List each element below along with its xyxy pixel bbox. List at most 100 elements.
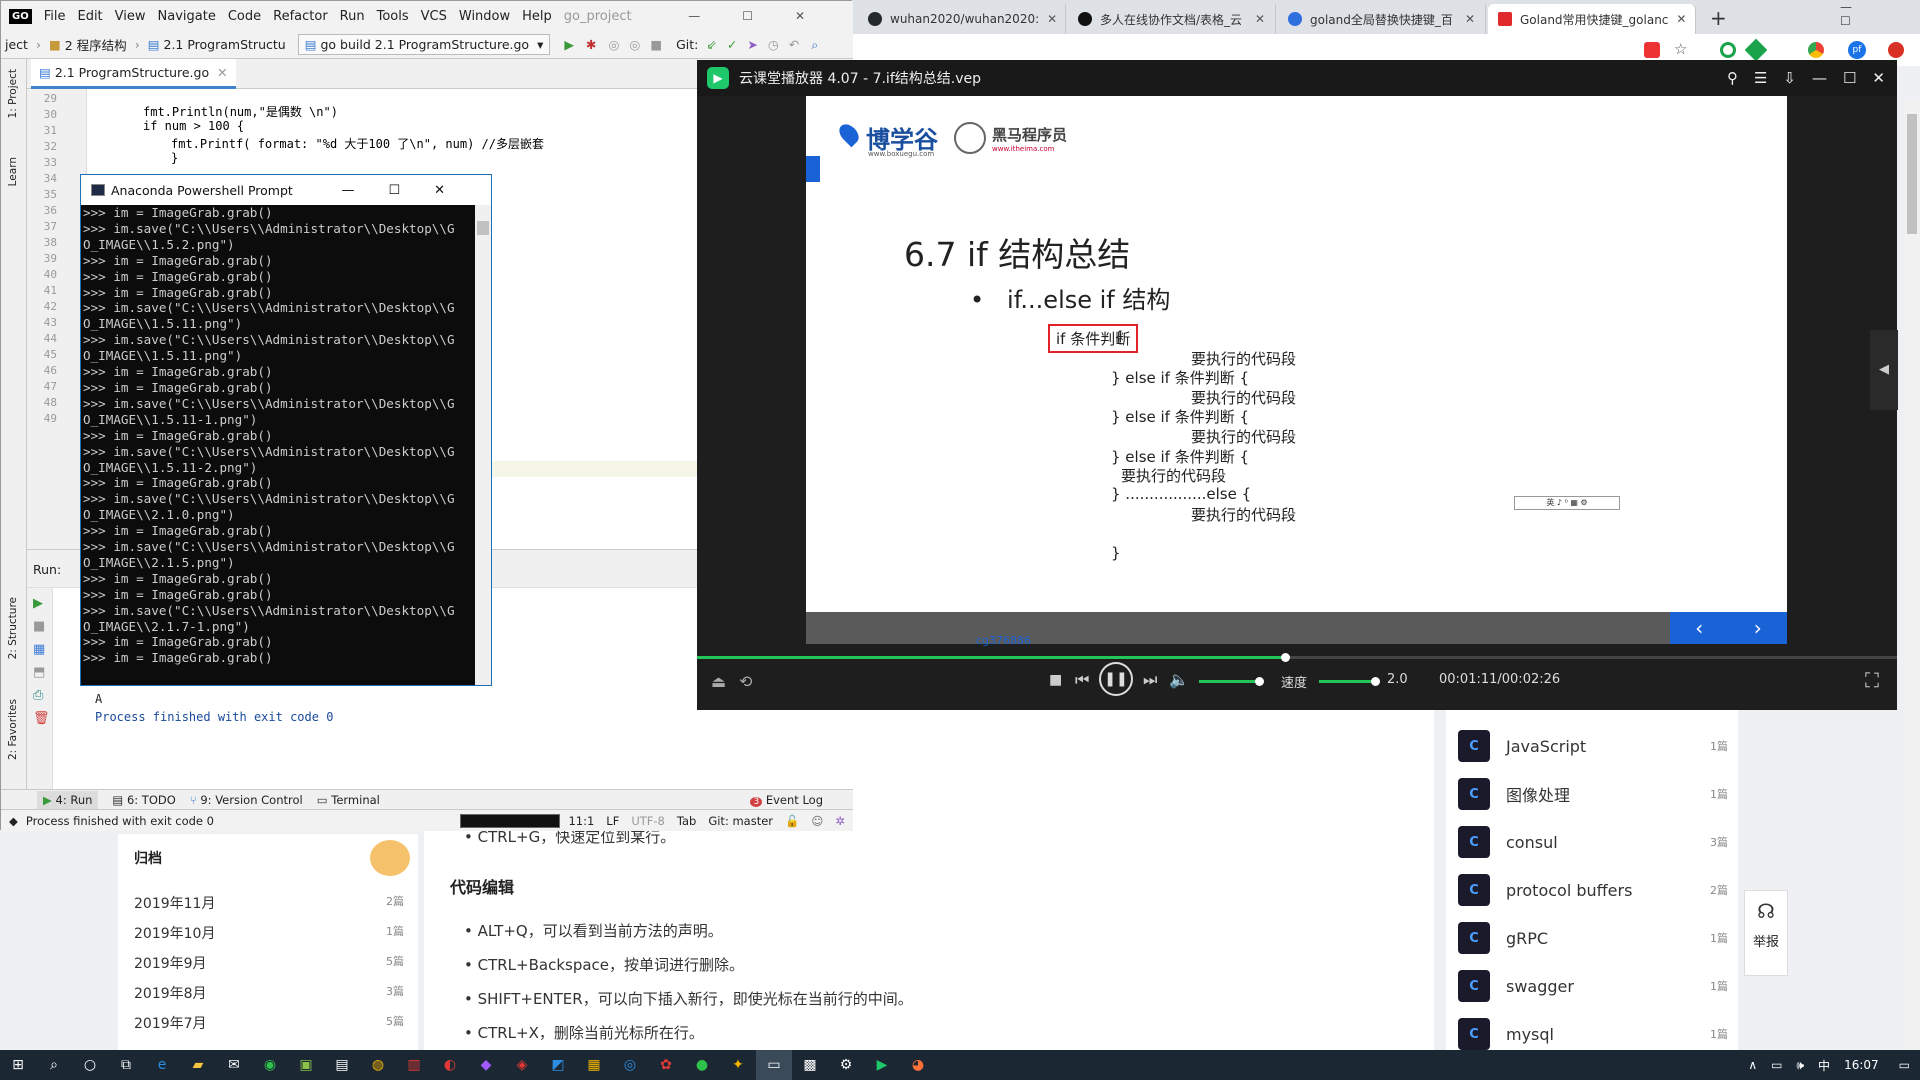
start-icon[interactable]: ⊞ [0,1050,36,1080]
category-item[interactable]: C JavaScript 1篇 [1458,724,1728,768]
debug-icon[interactable]: ✱ [586,37,596,52]
slide-nav[interactable]: ‹ › [1670,612,1787,644]
category-item[interactable]: Cconsul 3篇 [1458,820,1728,864]
inspector-icon[interactable]: ☺ [811,814,823,828]
archive-item[interactable]: 2019年11月 2篇 [134,893,404,913]
extension-icon[interactable] [1720,42,1736,58]
minimize-icon[interactable]: — [1812,69,1827,87]
cortana-icon[interactable]: ○ [72,1050,108,1080]
menu-vcs[interactable]: VCS [421,9,447,24]
download-icon[interactable]: ⇩ [1783,69,1796,87]
close-icon[interactable]: ✕ [1039,12,1057,26]
menu-run[interactable]: Run [340,9,365,24]
menu-code[interactable]: Code [228,9,261,24]
layout-icon[interactable]: ▦ [33,642,52,657]
terminal-icon[interactable]: ▭ [756,1050,792,1080]
revert-icon[interactable]: ↶ [789,37,799,52]
settings-icon[interactable]: ⚙ [828,1050,864,1080]
theme-indicator[interactable] [460,813,561,828]
side-tab-structure[interactable]: 2: Structure [7,597,19,659]
scrollbar-thumb[interactable] [1907,114,1917,234]
app-icon[interactable]: ✦ [720,1050,756,1080]
menu-help[interactable]: Help [522,9,552,24]
archive-item[interactable]: 2019年10月 1篇 [134,923,404,943]
mail-icon[interactable]: ✉ [216,1050,252,1080]
console-window-controls[interactable]: —☐✕ [341,183,479,198]
ide-window-controls[interactable]: —☐✕ [688,9,847,23]
close-icon[interactable]: ✕ [1668,12,1686,26]
stop-icon[interactable]: ■ [1049,672,1062,688]
editor-tab-active[interactable]: ▤ 2.1 ProgramStructure.go ✕ [31,59,236,89]
category-item[interactable]: C 图像处理 1篇 [1458,772,1728,816]
search-icon[interactable]: ⌕ [811,37,818,53]
console-output[interactable]: >>> im = ImageGrab.grab() >>> im.save("C:… [83,205,475,685]
scrollbar-thumb[interactable] [477,221,489,235]
rerun-icon[interactable]: ▶ [33,596,52,611]
app-icon[interactable]: ◆ [468,1050,504,1080]
coverage-icon[interactable]: ◎ [608,37,619,52]
clock[interactable]: 16:07 [1844,1058,1879,1072]
archive-item[interactable]: 2019年9月 5篇 [134,953,404,973]
category-item[interactable]: CgRPC 1篇 [1458,916,1728,960]
app-icon[interactable]: ▤ [324,1050,360,1080]
profile-icon[interactable]: ◎ [629,37,640,52]
category-item[interactable]: Cprotocol buffers 2篇 [1458,868,1728,912]
gear-icon[interactable]: ✲ [835,814,845,828]
app-icon[interactable]: ● [684,1050,720,1080]
app-icon[interactable]: ▥ [396,1050,432,1080]
pin-icon[interactable]: ⬒ [33,665,52,680]
menu-tools[interactable]: Tools [377,9,409,24]
browser-tab-active[interactable]: Goland常用快捷键_golanc ✕ [1488,4,1696,34]
browser-tab[interactable]: wuhan2020/wuhan2020: ✕ [858,4,1066,34]
run-icon[interactable]: ▶ [564,37,574,52]
tab-run[interactable]: ▶ 4: Run [37,790,99,809]
browser-tab[interactable]: goland全局替换快捷键_百 ✕ [1278,4,1486,34]
app-icon[interactable]: ✿ [648,1050,684,1080]
category-item[interactable]: Cswagger 1篇 [1458,964,1728,1008]
close-icon[interactable]: ✕ [1247,12,1265,26]
menu-navigate[interactable]: Navigate [158,9,216,24]
new-tab-button[interactable]: + [1710,6,1727,30]
event-log-button[interactable]: 3 Event Log [750,793,823,807]
app-icon[interactable]: ◉ [252,1050,288,1080]
page-scrollbar[interactable] [1904,100,1920,1050]
speed-slider[interactable] [1319,677,1380,686]
progress-handle[interactable] [1281,653,1290,662]
loop-icon[interactable]: ⟲ [739,672,752,691]
menu-refactor[interactable]: Refactor [273,9,328,24]
notification-icon[interactable]: ▭ [1899,1058,1910,1072]
history-icon[interactable]: ◷ [768,37,779,52]
stop-icon[interactable]: ■ [650,37,662,52]
browser-tab[interactable]: 多人在线协作文档/表格_云 ✕ [1068,4,1276,34]
lock-icon[interactable]: 🔓 [785,814,799,828]
print-icon[interactable]: ⎙ [33,688,52,703]
edge-icon[interactable]: e [144,1050,180,1080]
report-widget[interactable]: ☊ 举报 [1744,890,1788,976]
profile-avatar[interactable]: pf [1848,41,1866,59]
app-icon[interactable]: ◐ [432,1050,468,1080]
app-icon[interactable]: ▦ [576,1050,612,1080]
tab-version-control[interactable]: ⑂ 9: Version Control [190,793,303,807]
vcs-commit-icon[interactable]: ✓ [727,37,737,52]
stop-icon[interactable]: ■ [33,619,52,634]
ime-toolbar[interactable]: 英 ♪ ⁰ ▦ ⚙ [1514,496,1620,510]
app-icon[interactable]: ▣ [288,1050,324,1080]
star-icon[interactable]: ☆ [1674,40,1687,58]
vcs-update-icon[interactable]: ⇙ [706,37,716,52]
previous-icon[interactable]: ⏮ [1075,670,1089,690]
fullscreen-icon[interactable]: ⛶ [1865,668,1879,692]
user-icon[interactable]: ⚲ [1727,69,1738,87]
tab-todo[interactable]: ▤ 6: TODO [112,793,175,807]
archive-item[interactable]: 2019年8月 3篇 [134,983,404,1003]
task-view-icon[interactable]: ⧉ [108,1050,144,1080]
menu-edit[interactable]: Edit [77,9,102,24]
side-tab-learn[interactable]: Learn [7,157,19,186]
run-config-select[interactable]: ▤ go build 2.1 ProgramStructure.go ▾ [297,34,551,55]
vcs-push-icon[interactable]: ➤ [747,37,757,52]
maximize-icon[interactable]: ☐ [1843,69,1856,87]
menu-view[interactable]: View [115,9,146,24]
pause-button[interactable]: ❚❚ [1099,662,1133,696]
volume-icon[interactable]: 🔈 [1169,670,1189,689]
window-controls[interactable]: —☐ [1840,0,1920,28]
playlist-icon[interactable]: ☰ [1754,69,1767,87]
